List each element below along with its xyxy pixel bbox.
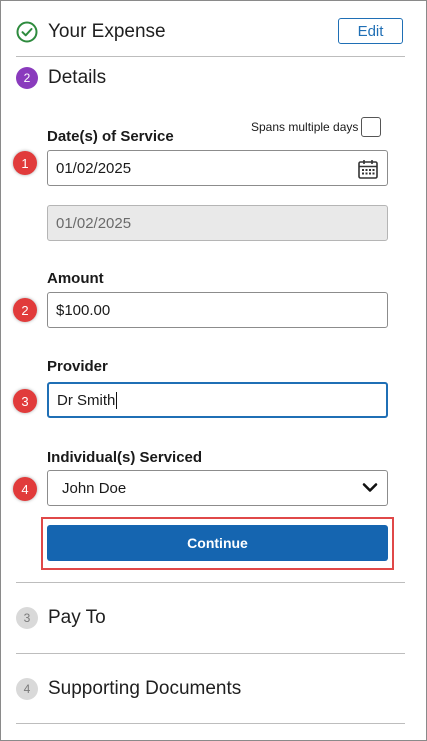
individuals-serviced-select[interactable]: John Doe [47,470,388,506]
check-circle-icon [16,21,38,43]
annotation-marker-1: 1 [13,151,37,175]
edit-button[interactable]: Edit [338,18,403,44]
annotation-marker-3: 3 [13,389,37,413]
section-title-details: Details [48,67,107,88]
end-date-value: 01/02/2025 [56,214,132,232]
annotation-marker-2: 2 [13,298,37,322]
date-of-service-value: 01/02/2025 [56,159,132,177]
spans-multiple-days-label: Spans multiple days [251,120,359,134]
calendar-icon[interactable] [357,158,379,180]
individuals-serviced-value: John Doe [62,479,127,497]
amount-input[interactable]: $100.00 [47,292,388,328]
step-number-pay-to: 3 [16,607,38,629]
chevron-down-icon [362,483,378,492]
section-title-your-expense: Your Expense [48,21,166,42]
text-cursor [116,391,118,409]
annotation-marker-4: 4 [13,477,37,501]
date-of-service-input[interactable]: 01/02/2025 [47,150,388,186]
continue-button[interactable]: Continue [47,525,388,561]
divider [16,653,405,654]
end-date-input: 01/02/2025 [47,205,388,241]
provider-input[interactable]: Dr Smith [47,382,388,418]
individuals-serviced-label: Individual(s) Serviced [47,449,203,466]
step-number-supporting-documents: 4 [16,678,38,700]
step-number-details: 2 [16,67,38,89]
divider [16,723,405,724]
provider-value: Dr Smith [57,391,116,409]
amount-value: $100.00 [56,301,111,319]
divider [16,56,405,57]
dates-of-service-label: Date(s) of Service [47,128,174,145]
section-title-supporting-documents[interactable]: Supporting Documents [48,678,241,700]
provider-label: Provider [47,358,108,375]
divider [16,582,405,583]
amount-label: Amount [47,270,104,287]
spans-multiple-days-checkbox[interactable] [361,117,381,137]
section-title-pay-to[interactable]: Pay To [48,607,106,629]
